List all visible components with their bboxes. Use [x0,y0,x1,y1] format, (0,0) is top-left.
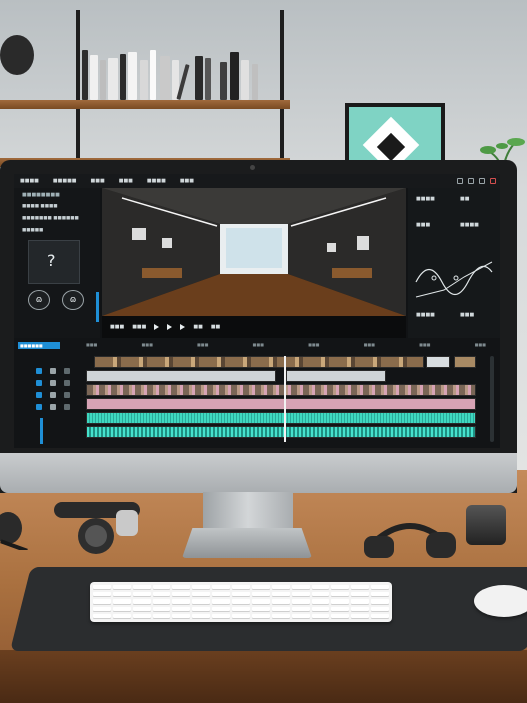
ear-button[interactable]: ɷ [62,290,84,310]
menu-bar: ■■■■ ■■■■■ ■■■ ■■■ ■■■■ ■■■ [14,174,500,188]
step-forward-icon[interactable] [180,324,186,330]
ear-button[interactable]: ɷ [28,290,50,310]
speaker-icon[interactable] [64,404,70,410]
level-meter [40,418,43,444]
curve-graph[interactable] [414,252,494,302]
close-icon[interactable] [490,178,496,184]
timeline-tab[interactable]: ■■■■■■ [18,342,60,349]
timeline-ruler: ■■■ ■■■ ■■■ ■■■ ■■■ ■■■ ■■■ ■■■ [86,342,486,352]
title-clip[interactable] [286,370,386,382]
ruler-tick: ■■■ [474,342,486,347]
video-clip[interactable] [86,398,476,410]
menu-item[interactable]: ■■■■■ [51,178,79,184]
timeline-panel: ■■■■■■ ■■■ ■■■ ■■■ ■■■ ■■■ ■■■ ■■■ ■■■ [14,338,500,448]
ruler-tick: ■■■ [86,342,98,347]
desk-edge [0,650,527,703]
track-lock-icon[interactable] [36,368,42,374]
track-lock-icon[interactable] [36,404,42,410]
ear-icon: ? [47,251,56,270]
video-clip[interactable] [86,384,476,396]
preview-viewer: ■■■ ■■■ ■■ ■■ [102,188,406,338]
menu-item[interactable]: ■■■■ [18,178,41,184]
timecode: ■■■ [110,324,125,330]
timeline-toolbar: ■■■■■■ [14,338,84,448]
track-lock-icon[interactable] [36,380,42,386]
control-label[interactable]: ■■ [193,324,202,330]
effects-panel: ■■■■■■■■ ■■■■ ■■■■ ■■■■■■■ ■■■■■■ ■■■■■ … [14,188,100,338]
ruler-tick: ■■■ [308,342,320,347]
video-clip[interactable] [454,356,476,368]
track-lock-icon[interactable] [36,392,42,398]
headphones [0,512,28,550]
speaker-icon[interactable] [64,380,70,386]
eye-icon[interactable] [50,380,56,386]
preview-frame[interactable] [102,188,406,316]
audio-clip[interactable] [86,426,476,438]
monitor-foot [182,528,312,558]
playhead[interactable] [284,356,286,442]
audio-thumbnail[interactable]: ? [28,240,80,284]
timeline-scrollbar[interactable] [490,356,494,442]
inspector-label[interactable]: ■■ [460,196,469,202]
panel-item[interactable]: ■■■■■■■ ■■■■■■ [22,216,79,221]
window-icon[interactable] [457,178,463,184]
control-label[interactable]: ■■ [211,324,220,330]
ruler-tick: ■■■ [252,342,264,347]
menu-item[interactable]: ■■■■ [145,178,168,184]
inspector-label[interactable]: ■■■ [460,312,474,318]
scroll-indicator[interactable] [96,292,99,322]
ruler-tick: ■■■ [141,342,153,347]
video-clip[interactable] [94,356,424,368]
monitor-chin [0,453,517,493]
window-icon[interactable] [468,178,474,184]
ruler-tick: ■■■ [363,342,375,347]
menu-item[interactable]: ■■■ [117,178,135,184]
title-clip[interactable] [86,370,276,382]
inspector-label[interactable]: ■■■ [416,222,430,228]
play-icon[interactable] [167,324,173,330]
headphones [364,523,456,558]
panel-title: ■■■■■■■■ [22,192,60,198]
eye-icon[interactable] [50,404,56,410]
playback-controls: ■■■ ■■■ ■■ ■■ [102,316,406,338]
speaker-icon[interactable] [64,392,70,398]
panel-item[interactable]: ■■■■ ■■■■ [22,204,57,209]
timeline-tracks[interactable] [86,356,486,444]
timecode: ■■■ [132,324,147,330]
inspector-panel: ■■■■ ■■ ■■■ ■■■■ ■■■■ ■■■ [408,188,500,338]
ruler-tick: ■■■ [419,342,431,347]
editor-screen: ■■■■ ■■■■■ ■■■ ■■■ ■■■■ ■■■ ■■■■■■■■ ■■■… [14,174,500,448]
wall-poster [345,103,445,165]
inspector-label[interactable]: ■■■■ [460,222,479,228]
panel-item[interactable]: ■■■■■ [22,228,43,233]
video-clip[interactable] [426,356,450,368]
webcam-icon [250,165,255,170]
menu-item[interactable]: ■■■ [178,178,196,184]
bookshelf [0,0,290,170]
window-icon[interactable] [479,178,485,184]
play-icon[interactable] [154,324,160,330]
mouse [474,585,527,617]
keyboard [90,582,392,622]
eye-icon[interactable] [50,368,56,374]
inspector-label[interactable]: ■■■■ [416,196,435,202]
inspector-label[interactable]: ■■■■ [416,312,435,318]
ruler-tick: ■■■ [197,342,209,347]
speaker [466,505,506,545]
audio-clip[interactable] [86,412,476,424]
eye-icon[interactable] [50,392,56,398]
menu-item[interactable]: ■■■ [89,178,107,184]
headphones [54,502,140,554]
speaker-icon[interactable] [64,368,70,374]
